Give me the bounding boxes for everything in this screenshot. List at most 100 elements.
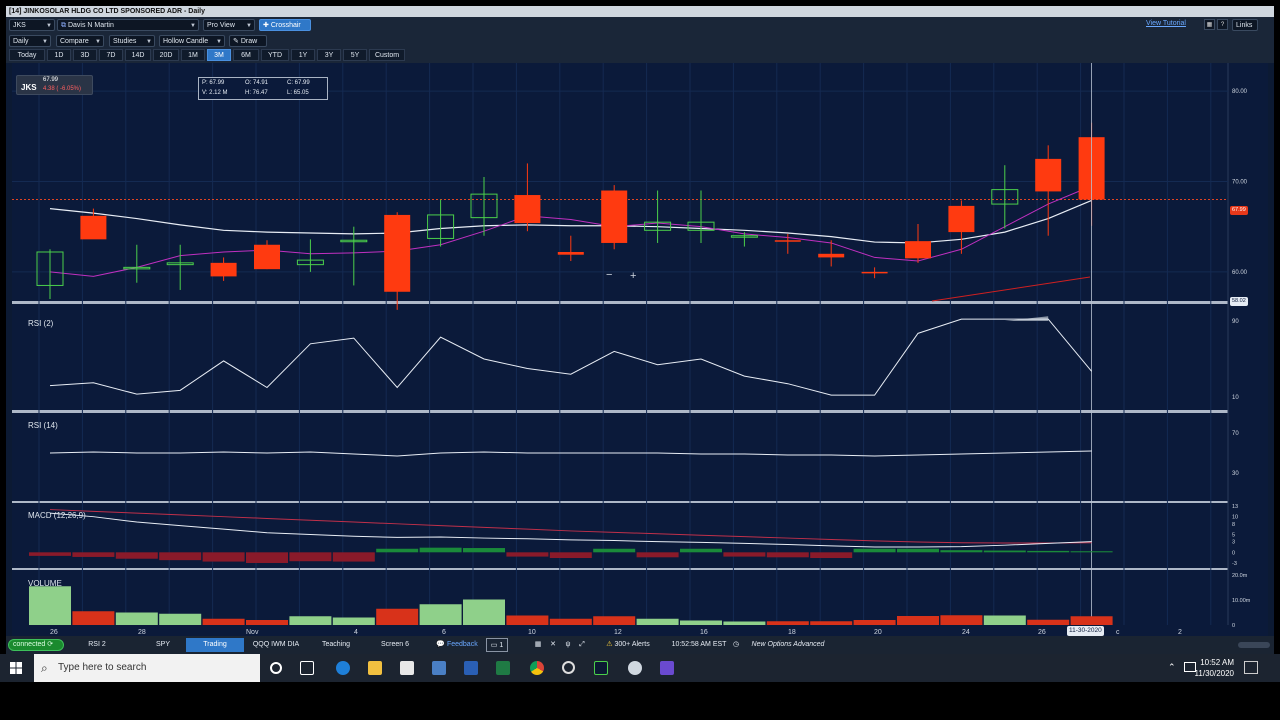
candle-body-down <box>254 244 280 270</box>
volume-bar <box>202 618 245 625</box>
macd-histogram-bar <box>419 547 462 553</box>
range-button-7d[interactable]: 7D <box>99 49 123 61</box>
chrome-icon[interactable] <box>530 661 544 675</box>
range-button-20d[interactable]: 20D <box>153 49 179 61</box>
rsi14-axis-label: 30 <box>1232 471 1239 477</box>
macd-axis-label: -3 <box>1232 561 1237 567</box>
range-button-3d[interactable]: 3D <box>73 49 97 61</box>
compare-select[interactable]: Compare ▼ <box>56 35 104 47</box>
trading-app-icon[interactable] <box>594 661 608 675</box>
expand-icon[interactable]: ⤢ <box>576 638 588 652</box>
tools-icon[interactable]: ✕ <box>546 638 560 652</box>
status-tab-screen-6[interactable]: Screen 6 <box>374 638 416 652</box>
symbol-input[interactable]: JKS ▼ <box>9 19 55 31</box>
chevron-up-icon[interactable]: ⌃ <box>1168 662 1176 673</box>
notepad-icon[interactable] <box>400 661 414 675</box>
crosshair-button[interactable]: ✚ Crosshair <box>259 19 311 31</box>
cortana-icon[interactable] <box>270 662 282 674</box>
chevron-down-icon: ▼ <box>46 23 52 29</box>
candle-body-down <box>818 253 845 258</box>
view-select[interactable]: Pro View ▼ <box>203 19 255 31</box>
chevron-down-icon: ▼ <box>216 39 222 45</box>
volume-bar <box>810 621 853 625</box>
news-ticker[interactable]: New Options Advanced <box>748 638 828 652</box>
file-explorer-icon[interactable] <box>368 661 382 675</box>
range-button-3m[interactable]: 3M <box>207 49 231 61</box>
toolbar-top: JKS ▼ ⧉ Davis N Martin ▼ Pro View ▼ ✚ Cross… <box>6 17 1274 33</box>
range-button-1y[interactable]: 1Y <box>291 49 315 61</box>
help-icon[interactable]: ? <box>1217 19 1228 30</box>
x-axis-label: Nov <box>246 629 259 636</box>
grid-icon[interactable]: ▦ <box>1204 19 1215 30</box>
range-button-1m[interactable]: 1M <box>181 49 205 61</box>
cursor-date-tag: 11-30-2020 <box>1067 626 1104 636</box>
draw-button[interactable]: ✎ Draw <box>229 35 267 47</box>
notification-icon[interactable] <box>1244 661 1258 674</box>
active-app-icon[interactable] <box>660 661 674 675</box>
excel-icon[interactable] <box>496 661 510 675</box>
app-circle-icon[interactable] <box>562 661 575 674</box>
macd-histogram-bar <box>983 550 1026 553</box>
range-button-6m[interactable]: 6M <box>233 49 259 61</box>
screen-count[interactable]: ▭ 1 <box>486 638 508 652</box>
chart-area[interactable]: 80.00 70.00 60.00− +90 10 70 30 13 10 8 5 3 0 -3 20.0m… <box>12 63 1268 636</box>
volume-bar <box>159 613 202 625</box>
alerts-button[interactable]: ⚠ 300+ Alerts <box>596 638 660 652</box>
status-tab-teaching[interactable]: Teaching <box>314 638 358 652</box>
rsi2-label: RSI (2) <box>28 319 54 328</box>
range-button-3y[interactable]: 3Y <box>317 49 341 61</box>
calculator-app-icon[interactable] <box>432 661 446 675</box>
status-tab-qqq-iwm-dia[interactable]: QQQ IWM DIA <box>246 638 306 652</box>
volume-bar <box>636 618 679 625</box>
candle-body-down <box>80 215 107 240</box>
volume-bar <box>506 615 549 625</box>
windows-start-icon[interactable] <box>10 662 22 674</box>
task-view-icon[interactable] <box>300 661 314 675</box>
status-tab-spy[interactable]: SPY <box>146 638 180 652</box>
status-tab-trading[interactable]: Trading <box>186 638 244 652</box>
range-button-ytd[interactable]: YTD <box>261 49 289 61</box>
calculator-icon[interactable]: ▦ <box>532 638 544 652</box>
word-icon[interactable] <box>464 661 478 675</box>
period-select[interactable]: Daily ▼ <box>9 35 51 47</box>
taskbar-search-input[interactable]: ⌕ Type here to search <box>34 654 260 682</box>
candle-body-down <box>774 240 801 242</box>
chart-style-select[interactable]: Hollow Candle ▼ <box>159 35 225 47</box>
panel-divider <box>12 410 1228 413</box>
x-axis-label: 24 <box>962 629 970 636</box>
range-button-1d[interactable]: 1D <box>47 49 71 61</box>
volume-bar <box>115 612 158 625</box>
macd-histogram-bar <box>593 548 636 553</box>
status-tab-rsi-2[interactable]: RSI 2 <box>82 638 112 652</box>
range-button-14d[interactable]: 14D <box>125 49 151 61</box>
edge-icon[interactable] <box>336 661 350 675</box>
account-select[interactable]: ⧉ Davis N Martin ▼ <box>57 19 199 31</box>
feedback-link[interactable]: 💬 Feedback <box>430 638 484 652</box>
candle-body-down <box>905 241 931 259</box>
studies-select[interactable]: Studies ▼ <box>109 35 155 47</box>
volume-bar <box>1070 616 1113 625</box>
macd-histogram-bar <box>72 552 115 557</box>
range-button-today[interactable]: Today <box>9 49 45 61</box>
x-axis-label: 2 <box>1178 629 1182 636</box>
panel-divider <box>12 568 1228 570</box>
chevron-down-icon: ▼ <box>42 39 48 45</box>
volume-bar <box>419 604 462 625</box>
links-button[interactable]: Links <box>1232 19 1258 31</box>
range-button-custom[interactable]: Custom <box>369 49 405 61</box>
view-tutorial-link[interactable]: View Tutorial <box>1146 20 1186 27</box>
quote-change: 4.38 ( -6.05%) <box>43 86 82 92</box>
taskbar-clock[interactable]: 10:52 AM 11/30/2020 <box>1195 657 1234 679</box>
trading-app-window: [14] JINKOSOLAR HLDG CO LTD SPONSORED AD… <box>6 6 1274 654</box>
rsi14-line <box>49 450 1092 457</box>
rsi14-label: RSI (14) <box>28 421 58 430</box>
macd-histogram-bar <box>897 548 939 553</box>
media-app-icon[interactable] <box>628 661 642 675</box>
range-button-5y[interactable]: 5Y <box>343 49 367 61</box>
macd-histogram-bar <box>853 548 896 553</box>
x-axis-label: 10 <box>528 629 536 636</box>
antenna-icon[interactable]: ψ <box>562 638 574 652</box>
x-axis-label: 12 <box>614 629 622 636</box>
scrollbar[interactable] <box>1238 642 1270 648</box>
macd-histogram-bar <box>1070 551 1113 553</box>
